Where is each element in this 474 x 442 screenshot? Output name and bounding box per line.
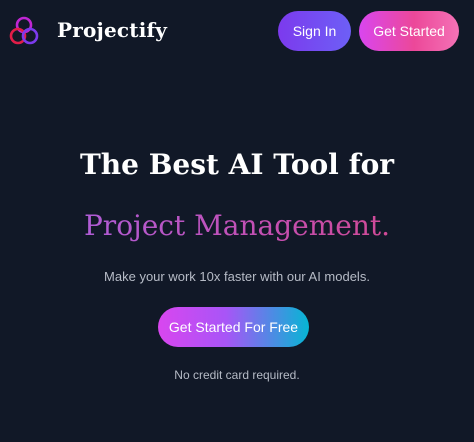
hero-title-line1: The Best AI Tool for [79,148,395,181]
hero-title-highlight: Project Management. [83,209,391,242]
logo-icon[interactable] [8,15,40,47]
sign-in-button[interactable]: Sign In [278,11,351,51]
get-started-free-button[interactable]: Get Started For Free [158,307,309,347]
site-header: Projectify Sign In Get Started [0,0,474,62]
hero-title-line2: Project Management. [0,207,474,245]
hero-subtitle: Make your work 10x faster with our AI mo… [104,269,370,284]
no-credit-card-note: No credit card required. [174,368,300,382]
brand-name[interactable]: Projectify [57,16,167,44]
get-started-button[interactable]: Get Started [359,11,459,51]
